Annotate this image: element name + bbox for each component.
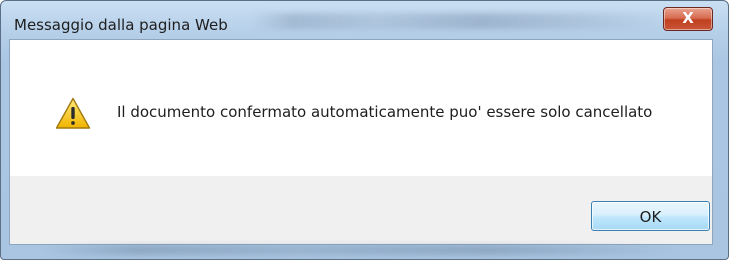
warning-icon <box>55 97 91 129</box>
dialog-content: Il documento confermato automaticamente … <box>9 39 713 245</box>
titlebar-background <box>251 13 671 29</box>
message-area: Il documento confermato automaticamente … <box>10 40 712 176</box>
frame-bottom-background <box>41 245 681 255</box>
dialog-window: Messaggio dalla pagina Web X Il document… <box>0 0 729 260</box>
ok-button[interactable]: OK <box>591 201 710 231</box>
dialog-title: Messaggio dalla pagina Web <box>14 16 228 34</box>
dialog-message: Il documento confermato automaticamente … <box>117 103 653 121</box>
close-button[interactable]: X <box>663 7 713 31</box>
